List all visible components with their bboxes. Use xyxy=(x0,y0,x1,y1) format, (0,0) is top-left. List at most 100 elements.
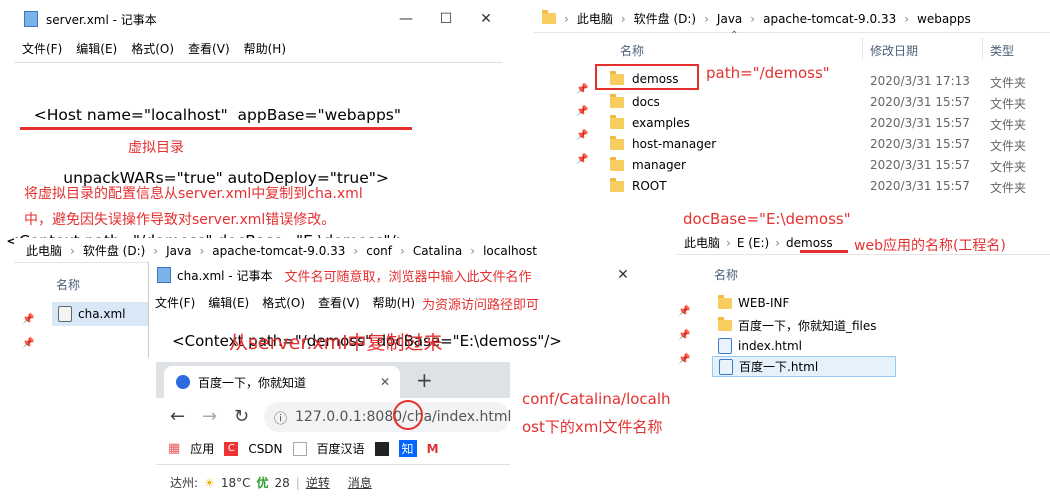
file-name: index.html xyxy=(738,339,802,353)
breadcrumb-sep: › xyxy=(750,11,756,26)
pin-icon[interactable]: 📌 xyxy=(576,130,588,141)
info-icon[interactable]: ⓘ xyxy=(274,408,287,427)
reload-icon[interactable]: ↻ xyxy=(234,406,249,427)
pin-icon[interactable]: 📌 xyxy=(576,106,588,117)
crumb-java[interactable]: Java xyxy=(166,244,191,258)
pin-icon[interactable]: 📌 xyxy=(22,338,34,349)
close-button[interactable]: ✕ xyxy=(466,11,506,27)
tab-close-icon[interactable]: ✕ xyxy=(380,375,390,389)
file-name: cha.xml xyxy=(78,307,126,321)
close-button[interactable]: ✕ xyxy=(611,267,635,283)
pin-icon[interactable]: 📌 xyxy=(678,354,690,365)
menu-edit[interactable]: 编辑(E) xyxy=(76,40,117,57)
bookmark-apps[interactable]: 应用 xyxy=(190,440,214,457)
file-name: 百度一下，你就知道_files xyxy=(738,319,877,333)
pin-icon[interactable]: 📌 xyxy=(576,154,588,165)
aqi-value: 28 xyxy=(274,475,290,490)
crumb-demoss[interactable]: demoss xyxy=(786,236,833,250)
forward-arrow-icon[interactable]: → xyxy=(202,406,217,427)
folder-icon xyxy=(610,93,624,108)
file-name: manager xyxy=(632,158,686,172)
crumb-drive[interactable]: 软件盘 (D:) xyxy=(83,242,145,259)
status-link-1[interactable]: 逆转 xyxy=(306,474,330,491)
column-divider xyxy=(982,38,983,60)
crumb-tomcat[interactable]: apache-tomcat-9.0.33 xyxy=(763,12,896,26)
crumb-java[interactable]: Java xyxy=(717,12,742,26)
column-date-header[interactable]: 修改日期 xyxy=(870,42,918,59)
file-row-host-manager[interactable]: host-manager xyxy=(610,135,716,151)
menu-file[interactable]: 文件(F) xyxy=(22,40,62,57)
bookmark-zhihu[interactable]: 知 xyxy=(398,440,417,457)
file-row-root[interactable]: ROOT xyxy=(610,177,667,193)
folder-icon xyxy=(610,156,624,171)
crumb-conf[interactable]: conf xyxy=(366,244,392,258)
crumb-catalina[interactable]: Catalina xyxy=(413,244,462,258)
crumb-pc[interactable]: 此电脑 xyxy=(577,10,613,27)
bookmark-baidu-hanyu[interactable]: 百度汉语 xyxy=(317,440,365,457)
file-row-examples[interactable]: examples xyxy=(610,114,690,130)
breadcrumb-sep: › xyxy=(620,11,626,26)
menu-format[interactable]: 格式(O) xyxy=(262,294,305,313)
crumb-tomcat[interactable]: apache-tomcat-9.0.33 xyxy=(212,244,345,258)
crumb-pc[interactable]: 此电脑 xyxy=(684,234,720,251)
webapp-label: web应用的名称(工程名) xyxy=(854,238,1006,254)
status-link-2[interactable]: 消息 xyxy=(348,474,372,491)
virtual-dir-label: 虚拟目录 xyxy=(128,140,184,156)
partly-sunny-icon: ☀ xyxy=(204,475,215,490)
file-name: docs xyxy=(632,95,660,109)
file-row-baidu-html[interactable]: 百度一下.html xyxy=(712,356,896,377)
menu-help[interactable]: 帮助(H) xyxy=(244,40,286,57)
file-row-web-inf[interactable]: WEB-INF xyxy=(718,294,789,310)
column-name-header[interactable]: 名称 xyxy=(620,42,644,59)
address-bar[interactable]: ⓘ 127.0.0.1:8080/ cha /index.html xyxy=(264,402,512,432)
maximize-button[interactable]: ☐ xyxy=(426,11,466,27)
cha-notepad-title: cha.xml - 记事本 xyxy=(177,268,273,283)
menu-view[interactable]: 查看(V) xyxy=(318,294,360,313)
column-divider xyxy=(862,38,863,60)
menu-file[interactable]: 文件(F) xyxy=(155,294,195,313)
server-notepad-window: server.xml - 记事本 — ☐ ✕ 文件(F) 编辑(E) 格式(O)… xyxy=(6,4,506,250)
file-row-baidu-files[interactable]: 百度一下，你就知道_files xyxy=(718,317,877,334)
column-name-header[interactable]: 名称 xyxy=(714,266,738,283)
column-type-header[interactable]: 类型 xyxy=(990,42,1014,59)
pin-icon[interactable]: 📌 xyxy=(22,314,34,325)
bookmark-gmail[interactable]: M xyxy=(427,442,439,456)
weather-city: 达州: xyxy=(170,476,199,490)
breadcrumb-sep: › xyxy=(726,235,731,250)
url-rest: /index.html xyxy=(432,409,512,425)
folder-icon xyxy=(542,10,556,24)
filename-note-2: 为资源访问路径即可 xyxy=(422,298,540,313)
sohu-icon[interactable] xyxy=(374,441,389,456)
column-name-header[interactable]: 名称 xyxy=(56,276,80,293)
file-row-index-html[interactable]: index.html xyxy=(718,338,802,354)
file-date: 2020/3/31 15:57 xyxy=(870,158,970,172)
crumb-drive[interactable]: 软件盘 (D:) xyxy=(634,10,696,27)
new-tab-button[interactable]: + xyxy=(416,368,433,392)
conf-note-2: ost下的xml文件名称 xyxy=(522,418,663,436)
bookmarks-bar: ▦ 应用 C CSDN 百度汉语 知 M xyxy=(168,440,439,457)
apps-grid-icon[interactable]: ▦ xyxy=(168,441,180,456)
file-date: 2020/3/31 15:57 xyxy=(870,95,970,109)
crumb-webapps[interactable]: webapps xyxy=(917,12,971,26)
pin-icon[interactable]: 📌 xyxy=(678,330,690,341)
file-row-cha-xml[interactable]: cha.xml xyxy=(52,302,154,326)
path-label: path="/demoss" xyxy=(706,64,830,82)
ie-file-icon xyxy=(718,338,732,354)
menu-format[interactable]: 格式(O) xyxy=(131,40,174,57)
crumb-pc[interactable]: 此电脑 xyxy=(26,242,62,259)
file-row-docs[interactable]: docs xyxy=(610,93,660,109)
browser-toolbar: ← → ↻ ⓘ 127.0.0.1:8080/ cha /index.html … xyxy=(156,398,512,496)
browser-tab[interactable]: 百度一下，你就知道 ✕ xyxy=(164,366,400,398)
crumb-drive-e[interactable]: E (E:) xyxy=(737,236,769,250)
bookmark-csdn[interactable]: CSDN xyxy=(248,442,282,456)
menu-edit[interactable]: 编辑(E) xyxy=(208,294,249,313)
pin-icon[interactable]: 📌 xyxy=(576,84,588,95)
file-row-manager[interactable]: manager xyxy=(610,156,686,172)
minimize-button[interactable]: — xyxy=(386,11,426,27)
menu-help[interactable]: 帮助(H) xyxy=(373,294,415,313)
crumb-localhost[interactable]: localhost xyxy=(483,244,537,258)
menu-view[interactable]: 查看(V) xyxy=(188,40,230,57)
back-arrow-icon[interactable]: ← xyxy=(170,406,185,427)
server-notepad-editor[interactable]: <Host name="localhost" appBase="webapps"… xyxy=(6,62,502,250)
pin-icon[interactable]: 📌 xyxy=(678,306,690,317)
